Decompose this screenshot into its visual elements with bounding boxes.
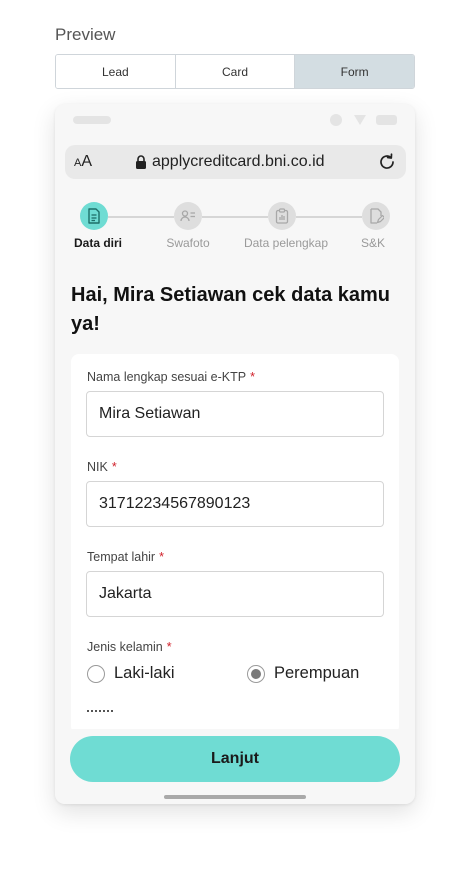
battery-icon bbox=[376, 115, 397, 125]
step-sk bbox=[362, 202, 390, 230]
address-bar[interactable]: AA applycreditcard.bni.co.id bbox=[65, 145, 406, 179]
gender-option-female[interactable]: Perempuan bbox=[247, 664, 359, 683]
wifi-icon bbox=[354, 115, 366, 125]
step-label: Swafoto bbox=[166, 236, 210, 250]
preview-title: Preview bbox=[55, 25, 116, 44]
required-mark: * bbox=[250, 370, 255, 384]
url-text: applycreditcard.bni.co.id bbox=[152, 153, 325, 170]
status-time-placeholder bbox=[73, 116, 111, 124]
preview-tabs: Lead Card Form bbox=[55, 54, 415, 89]
tab-form[interactable]: Form bbox=[294, 55, 414, 88]
radio-label: Laki-laki bbox=[114, 664, 175, 682]
step-label: Data pelengkap bbox=[243, 236, 329, 250]
full-name-input[interactable]: Mira Setiawan bbox=[86, 391, 384, 437]
continue-button[interactable]: Lanjut bbox=[70, 736, 400, 782]
lock-icon bbox=[136, 155, 146, 169]
step-connector bbox=[108, 216, 174, 218]
truncated-field-hint bbox=[87, 710, 113, 712]
step-connector bbox=[202, 216, 268, 218]
progress-stepper: Data diri Swafoto Data pelengkap S&K bbox=[55, 201, 415, 261]
nik-label: NIK * bbox=[87, 460, 117, 474]
tab-card[interactable]: Card bbox=[174, 55, 295, 88]
step-data-diri bbox=[80, 202, 108, 230]
step-label: Data diri bbox=[73, 236, 123, 250]
status-bar bbox=[55, 104, 415, 136]
step-data-pelengkap bbox=[268, 202, 296, 230]
clipboard-icon bbox=[275, 208, 289, 224]
birthplace-label: Tempat lahir * bbox=[87, 550, 164, 564]
personal-data-form: Nama lengkap sesuai e-KTP * Mira Setiawan… bbox=[71, 354, 399, 734]
step-swafoto bbox=[174, 202, 202, 230]
required-mark: * bbox=[111, 460, 117, 474]
required-mark: * bbox=[166, 640, 172, 654]
step-label: S&K bbox=[360, 236, 386, 250]
full-name-label: Nama lengkap sesuai e-KTP * bbox=[87, 370, 255, 384]
required-mark: * bbox=[159, 550, 164, 564]
id-card-icon bbox=[180, 210, 195, 222]
tab-lead[interactable]: Lead bbox=[56, 55, 175, 88]
radio-checked[interactable] bbox=[247, 664, 265, 683]
nik-input[interactable]: 31712234567890123 bbox=[86, 481, 384, 527]
step-connector bbox=[296, 216, 362, 218]
reload-icon[interactable] bbox=[377, 152, 397, 172]
gender-option-male[interactable]: Laki-laki bbox=[87, 664, 175, 683]
page-title: Hai, Mira Setiawan cek data kamu ya! bbox=[71, 284, 391, 335]
document-icon bbox=[88, 208, 100, 224]
document-sign-icon bbox=[369, 208, 384, 224]
signal-icon bbox=[330, 114, 342, 126]
text-size-button[interactable]: AA bbox=[74, 153, 92, 171]
phone-preview: AA applycreditcard.bni.co.id Data diri S… bbox=[55, 104, 415, 804]
radio-label: Perempuan bbox=[274, 664, 360, 682]
birthplace-input[interactable]: Jakarta bbox=[86, 571, 384, 617]
home-indicator bbox=[164, 795, 306, 799]
gender-label: Jenis kelamin * bbox=[87, 640, 172, 654]
radio-unchecked[interactable] bbox=[87, 664, 105, 683]
